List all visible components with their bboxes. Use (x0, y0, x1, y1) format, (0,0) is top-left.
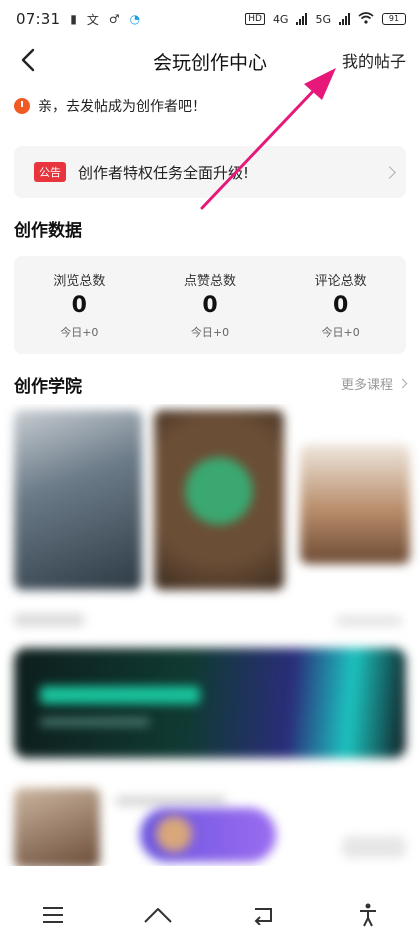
translate-icon: 文 (86, 12, 99, 27)
stat-today: 今日+0 (321, 326, 360, 339)
academy-section-title: 创作学院 (14, 377, 82, 397)
stats-section-title: 创作数据 (14, 221, 82, 241)
network-5g-label: 5G (315, 12, 331, 26)
blurred-heading (14, 614, 84, 626)
network-4g-label: 4G (272, 12, 289, 26)
course-card[interactable] (14, 410, 142, 590)
stat-label: 点赞总数 (183, 274, 236, 289)
announcement-banner[interactable]: 公告 创作者特权任务全面升级! (14, 146, 406, 198)
list-thumbnail[interactable] (14, 788, 100, 866)
stat-today: 今日+0 (190, 326, 230, 339)
hd-label: HD (245, 13, 265, 25)
status-bar: 07:31 ▮ 文 ♂ ◔ HD 4G 5G 91 (0, 0, 420, 38)
signal-5g-icon (339, 13, 350, 25)
menu-icon (42, 907, 63, 923)
stat-label: 浏览总数 (53, 274, 106, 289)
bookmark-icon: ▮ (70, 12, 77, 26)
alarm-icon (14, 98, 30, 114)
blurred-content (0, 404, 420, 866)
home-icon (143, 908, 172, 923)
banner-strip (40, 686, 200, 704)
header: 会玩创作中心 我的帖子 (0, 38, 420, 82)
blurred-text (116, 796, 226, 806)
tip-row: 亲，去发帖成为创作者吧！ (14, 96, 206, 116)
app-icon: ◔ (129, 12, 141, 26)
more-courses-label: 更多课程 (340, 378, 393, 393)
blurred-avatar (156, 816, 192, 852)
banner-line (40, 718, 150, 726)
stat-likes[interactable]: 点赞总数 0 今日+0 (150, 270, 270, 354)
stat-today: 今日+0 (60, 326, 99, 339)
stat-value: 0 (71, 293, 87, 318)
more-courses-link[interactable]: 更多课程 (340, 374, 408, 393)
home-button[interactable] (138, 895, 178, 935)
menu-button[interactable] (33, 895, 73, 935)
status-left: 07:31 ▮ 文 ♂ ◔ (16, 10, 140, 28)
stat-views[interactable]: 浏览总数 0 今日+0 (19, 270, 139, 354)
chevron-right-icon (383, 165, 396, 179)
stat-value: 0 (202, 293, 218, 318)
blurred-link (336, 616, 402, 626)
back-nav-button[interactable] (243, 895, 283, 935)
stat-comments[interactable]: 评论总数 0 今日+0 (281, 270, 401, 354)
course-card[interactable] (154, 410, 284, 590)
system-nav-bar (0, 890, 420, 940)
blurred-button (342, 836, 406, 858)
stats-card: 浏览总数 0 今日+0 点赞总数 0 今日+0 评论总数 0 今日+0 (14, 256, 406, 354)
back-icon (254, 908, 272, 925)
stat-value: 0 (332, 293, 349, 318)
bike-icon: ♂ (108, 12, 120, 26)
status-time: 07:31 (16, 10, 61, 28)
stat-label: 评论总数 (314, 274, 367, 289)
announcement-badge: 公告 (34, 162, 66, 182)
signal-4g-icon (296, 13, 308, 25)
person-icon (359, 903, 376, 927)
announcement-text: 创作者特权任务全面升级! (78, 163, 250, 182)
my-posts-link[interactable]: 我的帖子 (342, 48, 406, 72)
chevron-right-icon (397, 378, 408, 389)
accessibility-button[interactable] (348, 895, 388, 935)
course-card[interactable] (300, 444, 410, 564)
battery-icon: 91 (382, 13, 406, 25)
tip-text: 亲，去发帖成为创作者吧！ (38, 99, 206, 115)
status-right: HD 4G 5G 91 (245, 11, 406, 27)
wifi-icon (358, 11, 374, 27)
